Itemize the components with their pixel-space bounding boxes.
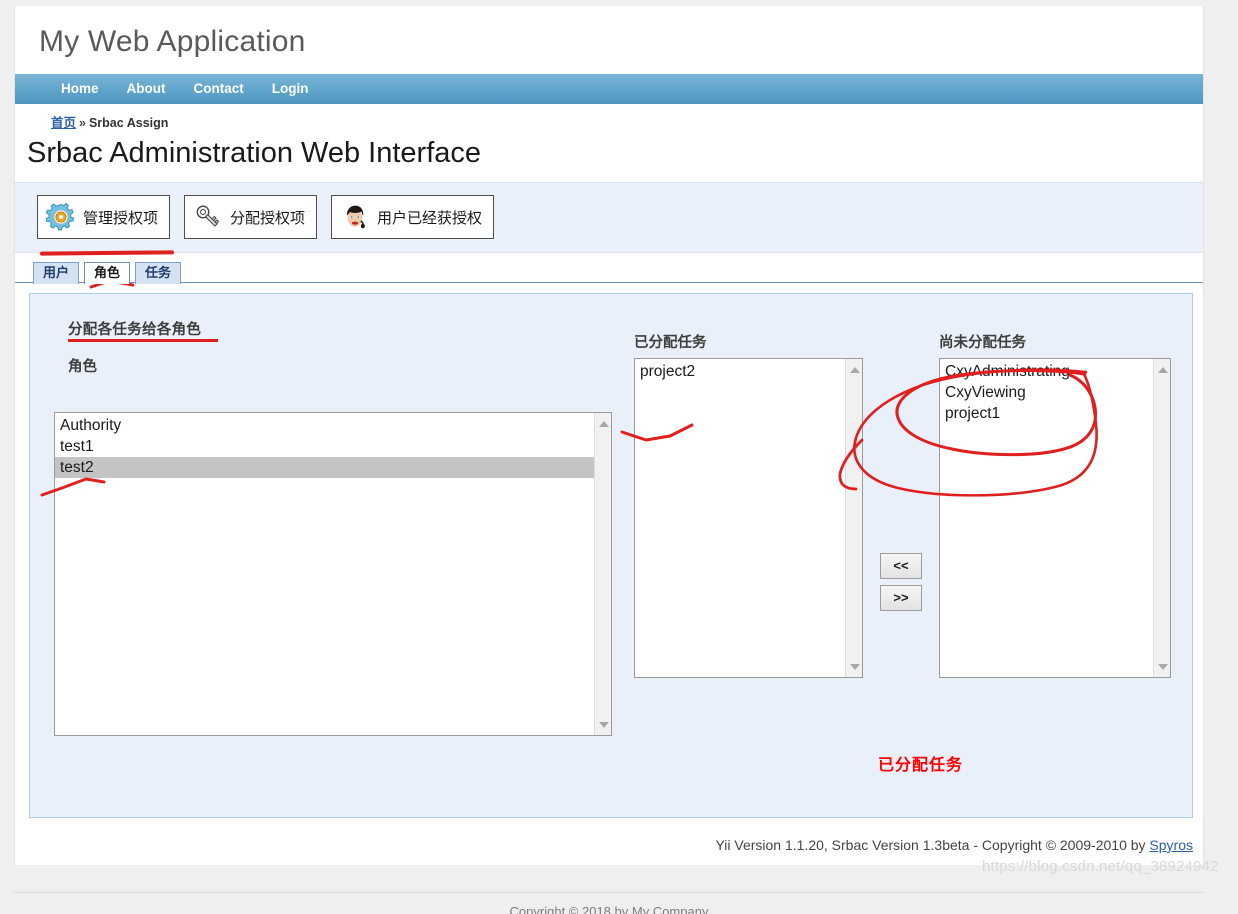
unassigned-scrollbar[interactable] (1153, 359, 1170, 677)
assigned-scrollbar[interactable] (845, 359, 862, 677)
list-item[interactable]: project2 (635, 361, 845, 382)
user-face-icon (340, 202, 370, 232)
list-item[interactable]: test2 (55, 457, 594, 478)
manage-auth-items-button[interactable]: 管理授权项 (37, 195, 171, 239)
scroll-up-icon[interactable] (846, 361, 862, 378)
unassigned-tasks-label: 尚未分配任务 (939, 335, 1026, 351)
srbac-footer-link[interactable]: Spyros (1149, 837, 1193, 853)
site-header: My Web Application (15, 6, 1203, 74)
tab-tasks-label: 任务 (145, 265, 172, 280)
assigned-tasks-label: 已分配任务 (634, 335, 707, 351)
scroll-down-icon[interactable] (846, 658, 862, 675)
list-item[interactable]: CxyAdministrating (940, 361, 1153, 382)
scroll-up-icon[interactable] (1154, 361, 1170, 378)
roles-list-items: Authority test1 test2 (55, 413, 594, 735)
list-item[interactable]: test1 (55, 436, 594, 457)
assign-columns: 角色 Authority test1 test2 已分配任务 project2 … (52, 335, 1172, 825)
unassigned-list-items: CxyAdministrating CxyViewing project1 (940, 359, 1153, 677)
page-container: My Web Application Home About Contact Lo… (14, 6, 1204, 865)
list-item[interactable]: project1 (940, 403, 1153, 424)
tab-tasks[interactable]: 任务 (135, 262, 182, 284)
nav-item-contact[interactable]: Contact (180, 74, 258, 104)
tab-roles-label: 角色 (94, 265, 121, 280)
site-copyright: Copyright © 2018 by My Company (14, 892, 1204, 914)
authorized-users-label: 用户已经获授权 (377, 209, 483, 227)
tab-users[interactable]: 用户 (33, 262, 80, 284)
nav-item-home[interactable]: Home (47, 74, 113, 104)
screen-root: My Web Application Home About Contact Lo… (0, 0, 1238, 914)
scroll-down-icon[interactable] (1154, 658, 1170, 675)
srbac-footer: Yii Version 1.1.20, Srbac Version 1.3bet… (15, 826, 1203, 865)
transfer-buttons: << >> (880, 553, 922, 611)
assign-auth-items-label: 分配授权项 (230, 209, 306, 227)
list-item[interactable]: Authority (55, 415, 594, 436)
authorized-users-button[interactable]: 用户已经获授权 (331, 195, 495, 239)
move-left-button[interactable]: << (880, 553, 922, 579)
annotation-red-note: 已分配任务 (878, 757, 964, 774)
gear-icon (45, 202, 76, 232)
srbac-tabs: 用户 角色 任务 (15, 253, 1203, 289)
move-right-button[interactable]: >> (880, 585, 922, 611)
breadcrumb-separator: » (79, 116, 86, 130)
manage-auth-items-label: 管理授权项 (83, 209, 159, 227)
page-title: Srbac Administration Web Interface (15, 135, 1203, 182)
unassigned-tasks-listbox[interactable]: CxyAdministrating CxyViewing project1 (939, 358, 1171, 678)
site-title: My Web Application (39, 25, 306, 58)
assigned-tasks-column: 已分配任务 project2 (634, 331, 866, 678)
annotation-panel-underline (68, 339, 218, 342)
list-item[interactable]: CxyViewing (940, 382, 1153, 403)
breadcrumb-home-link[interactable]: 首页 (51, 116, 76, 130)
srbac-toolbar: 管理授权项 分配授权项 用户已经获授权 (15, 182, 1203, 253)
scroll-up-icon[interactable] (595, 415, 611, 432)
unassigned-tasks-column: 尚未分配任务 CxyAdministrating CxyViewing proj… (939, 331, 1174, 678)
roles-column: 角色 Authority test1 test2 (52, 355, 632, 736)
breadcrumb-current: Srbac Assign (88, 116, 169, 130)
roles-label: 角色 (68, 359, 97, 375)
key-icon (193, 202, 223, 232)
assign-auth-items-button[interactable]: 分配授权项 (184, 195, 318, 239)
srbac-footer-text: Yii Version 1.1.20, Srbac Version 1.3bet… (715, 837, 1150, 853)
nav-item-about[interactable]: About (113, 74, 180, 104)
assigned-list-items: project2 (635, 359, 845, 677)
roles-listbox[interactable]: Authority test1 test2 (54, 412, 612, 736)
breadcrumb: 首页» Srbac Assign (15, 104, 1203, 135)
main-navigation: Home About Contact Login (15, 74, 1203, 104)
assigned-tasks-listbox[interactable]: project2 (634, 358, 863, 678)
tab-roles[interactable]: 角色 (84, 262, 131, 284)
assign-panel: 分配各任务给各角色 角色 Authority test1 test2 已分配任务… (29, 293, 1193, 818)
scroll-down-icon[interactable] (595, 716, 611, 733)
panel-wrapper: 分配各任务给各角色 角色 Authority test1 test2 已分配任务… (15, 283, 1203, 826)
nav-item-login[interactable]: Login (258, 74, 323, 104)
tab-users-label: 用户 (43, 265, 70, 280)
roles-scrollbar[interactable] (594, 413, 611, 735)
